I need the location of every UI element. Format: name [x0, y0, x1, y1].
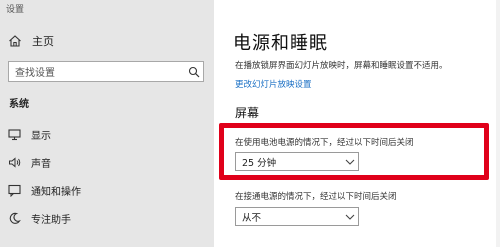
monitor-icon: [8, 128, 21, 141]
window-title: 设置: [6, 5, 25, 15]
search-input[interactable]: 查找设置: [8, 61, 204, 82]
chevron-down-icon: [342, 208, 358, 225]
plugged-in-timeout-value: 从不: [242, 212, 262, 224]
sidebar-item-label: 主页: [32, 35, 54, 48]
search-placeholder: 查找设置: [15, 68, 55, 79]
sidebar-item-focus-assist[interactable]: 专注助手: [0, 204, 214, 232]
sidebar-item-notifications[interactable]: 通知和操作: [0, 176, 214, 204]
page-title: 电源和睡眠: [233, 33, 328, 54]
sidebar-item-home[interactable]: 主页: [8, 33, 54, 49]
settings-window: 设置 主页 查找设置 系统 显示 声音 通知和操作 专注助手 电源和睡眠 在播放…: [0, 0, 500, 247]
plugged-in-timeout-dropdown[interactable]: 从不: [235, 207, 359, 226]
moon-icon: [8, 212, 21, 225]
main-content: 电源和睡眠 在播放锁屏界面幻灯片放映时，屏幕和睡眠设置不适用。 更改幻灯片放映设…: [214, 0, 500, 247]
slideshow-info-text: 在播放锁屏界面幻灯片放映时，屏幕和睡眠设置不适用。: [235, 61, 448, 71]
scrollbar[interactable]: [496, 0, 500, 247]
sidebar-item-label: 通知和操作: [31, 186, 81, 198]
speaker-icon: [8, 156, 21, 169]
sidebar-item-label: 显示: [31, 130, 51, 142]
screen-section-heading: 屏幕: [235, 106, 260, 120]
sidebar: 设置 主页 查找设置 系统 显示 声音 通知和操作 专注助手: [0, 0, 214, 247]
notification-icon: [8, 184, 21, 197]
slideshow-settings-link[interactable]: 更改幻灯片放映设置: [235, 78, 312, 90]
sidebar-nav: 显示 声音 通知和操作 专注助手: [0, 120, 214, 232]
sidebar-item-sound[interactable]: 声音: [0, 148, 214, 176]
sidebar-item-display[interactable]: 显示: [0, 120, 214, 148]
home-icon: [8, 34, 22, 48]
sidebar-section-label: 系统: [9, 99, 29, 110]
plugged-in-timeout-label: 在接通电源的情况下，经过以下时间后关闭: [235, 192, 397, 202]
sidebar-item-label: 声音: [31, 158, 51, 170]
search-icon[interactable]: [185, 62, 203, 81]
sidebar-item-label: 专注助手: [31, 214, 71, 226]
red-highlight-box: [219, 123, 489, 180]
